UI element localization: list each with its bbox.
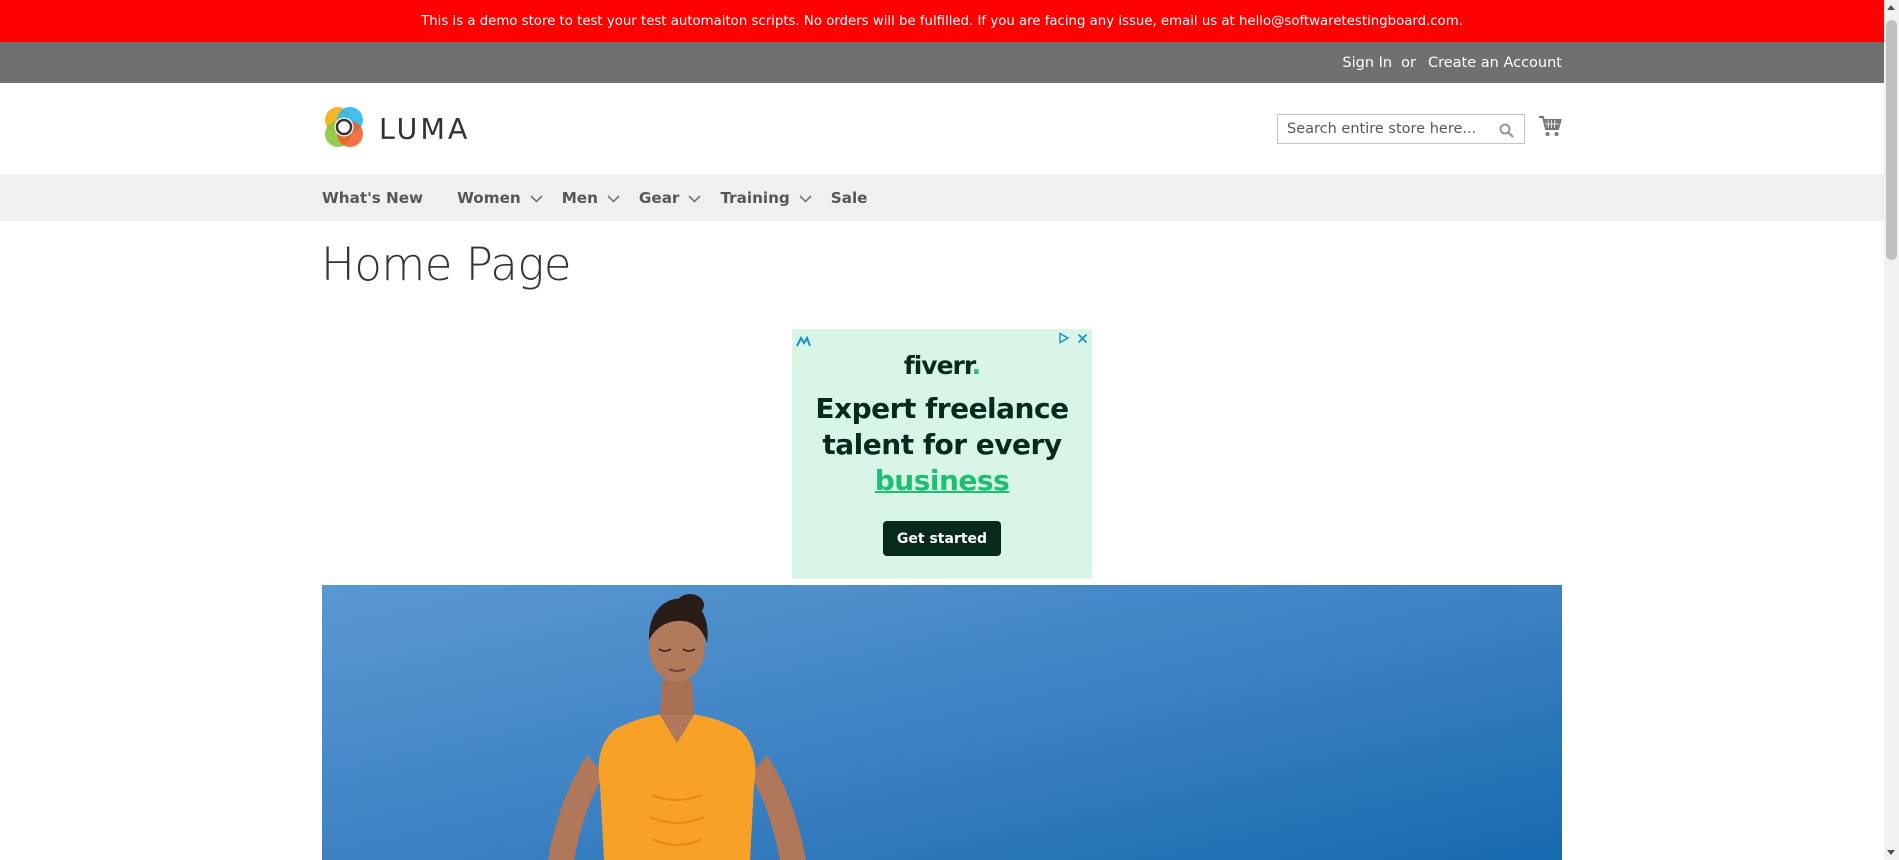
main-navigation: What's New Women Men Gear Training Sale <box>0 174 1884 221</box>
scroll-down-icon[interactable] <box>1887 850 1895 855</box>
demo-notice-text: This is a demo store to test your test a… <box>421 13 1463 29</box>
ad-brand-text: fiverr <box>903 351 973 380</box>
sign-in-link[interactable]: Sign In <box>1342 55 1392 71</box>
close-icon[interactable] <box>1075 331 1089 345</box>
hero-yoga-figure <box>322 585 1562 860</box>
nav-item-label: Gear <box>638 188 680 207</box>
ad-get-started-button[interactable]: Get started <box>883 521 1001 556</box>
ad-headline-line: talent for every <box>822 428 1062 461</box>
ad-info-icon[interactable] <box>1057 331 1071 345</box>
scrollbar-thumb[interactable] <box>1886 20 1897 260</box>
page-scrollbar[interactable] <box>1884 0 1899 860</box>
nav-item-label: Women <box>457 188 521 207</box>
search-input[interactable] <box>1278 121 1492 137</box>
chevron-down-icon <box>530 189 543 207</box>
search-form <box>1277 114 1525 144</box>
ad-brand-logo: fiverr. <box>792 351 1092 380</box>
store-logo[interactable]: LUMA <box>322 105 470 153</box>
nav-item-men[interactable]: Men <box>562 188 620 207</box>
ad-headline-accent: business <box>874 464 1010 497</box>
create-account-link[interactable]: Create an Account <box>1428 55 1562 71</box>
nav-item-sale[interactable]: Sale <box>831 189 868 207</box>
logo-wordmark: LUMA <box>379 112 471 146</box>
cart-icon[interactable] <box>1538 115 1562 141</box>
ad-headline: Expert freelance talent for every busine… <box>792 391 1092 499</box>
scroll-up-icon[interactable] <box>1887 5 1895 10</box>
site-header: LUMA <box>0 83 1884 174</box>
chevron-down-icon <box>799 189 812 207</box>
nav-item-training[interactable]: Training <box>720 188 812 207</box>
demo-notice-banner: This is a demo store to test your test a… <box>0 0 1884 42</box>
ad-headline-line: Expert freelance <box>815 392 1069 425</box>
chevron-down-icon <box>607 189 620 207</box>
chevron-down-icon <box>688 189 702 207</box>
top-header-panel: Sign In or Create an Account <box>0 42 1884 83</box>
luma-logo-icon <box>322 105 366 153</box>
header-links: Sign In or Create an Account <box>1333 42 1562 83</box>
nav-item-label: Training <box>720 188 790 207</box>
page-title: Home Page <box>321 238 572 291</box>
ad-controls <box>1057 331 1089 345</box>
nav-item-label: What's New <box>322 188 424 207</box>
search-icon[interactable] <box>1499 123 1514 142</box>
nav-item-gear[interactable]: Gear <box>639 188 702 207</box>
header-links-separator: or <box>1401 54 1416 71</box>
nav-item-women[interactable]: Women <box>457 188 543 207</box>
ad-brand-dot: . <box>971 351 981 380</box>
nav-item-label: Men <box>561 188 598 207</box>
advertisement[interactable]: fiverr. Expert freelance talent for ever… <box>792 329 1092 579</box>
adchoices-icon[interactable] <box>796 333 811 352</box>
hero-banner-image[interactable] <box>322 585 1562 860</box>
nav-item-whats-new[interactable]: What's New <box>322 189 423 207</box>
nav-item-label: Sale <box>830 188 868 207</box>
